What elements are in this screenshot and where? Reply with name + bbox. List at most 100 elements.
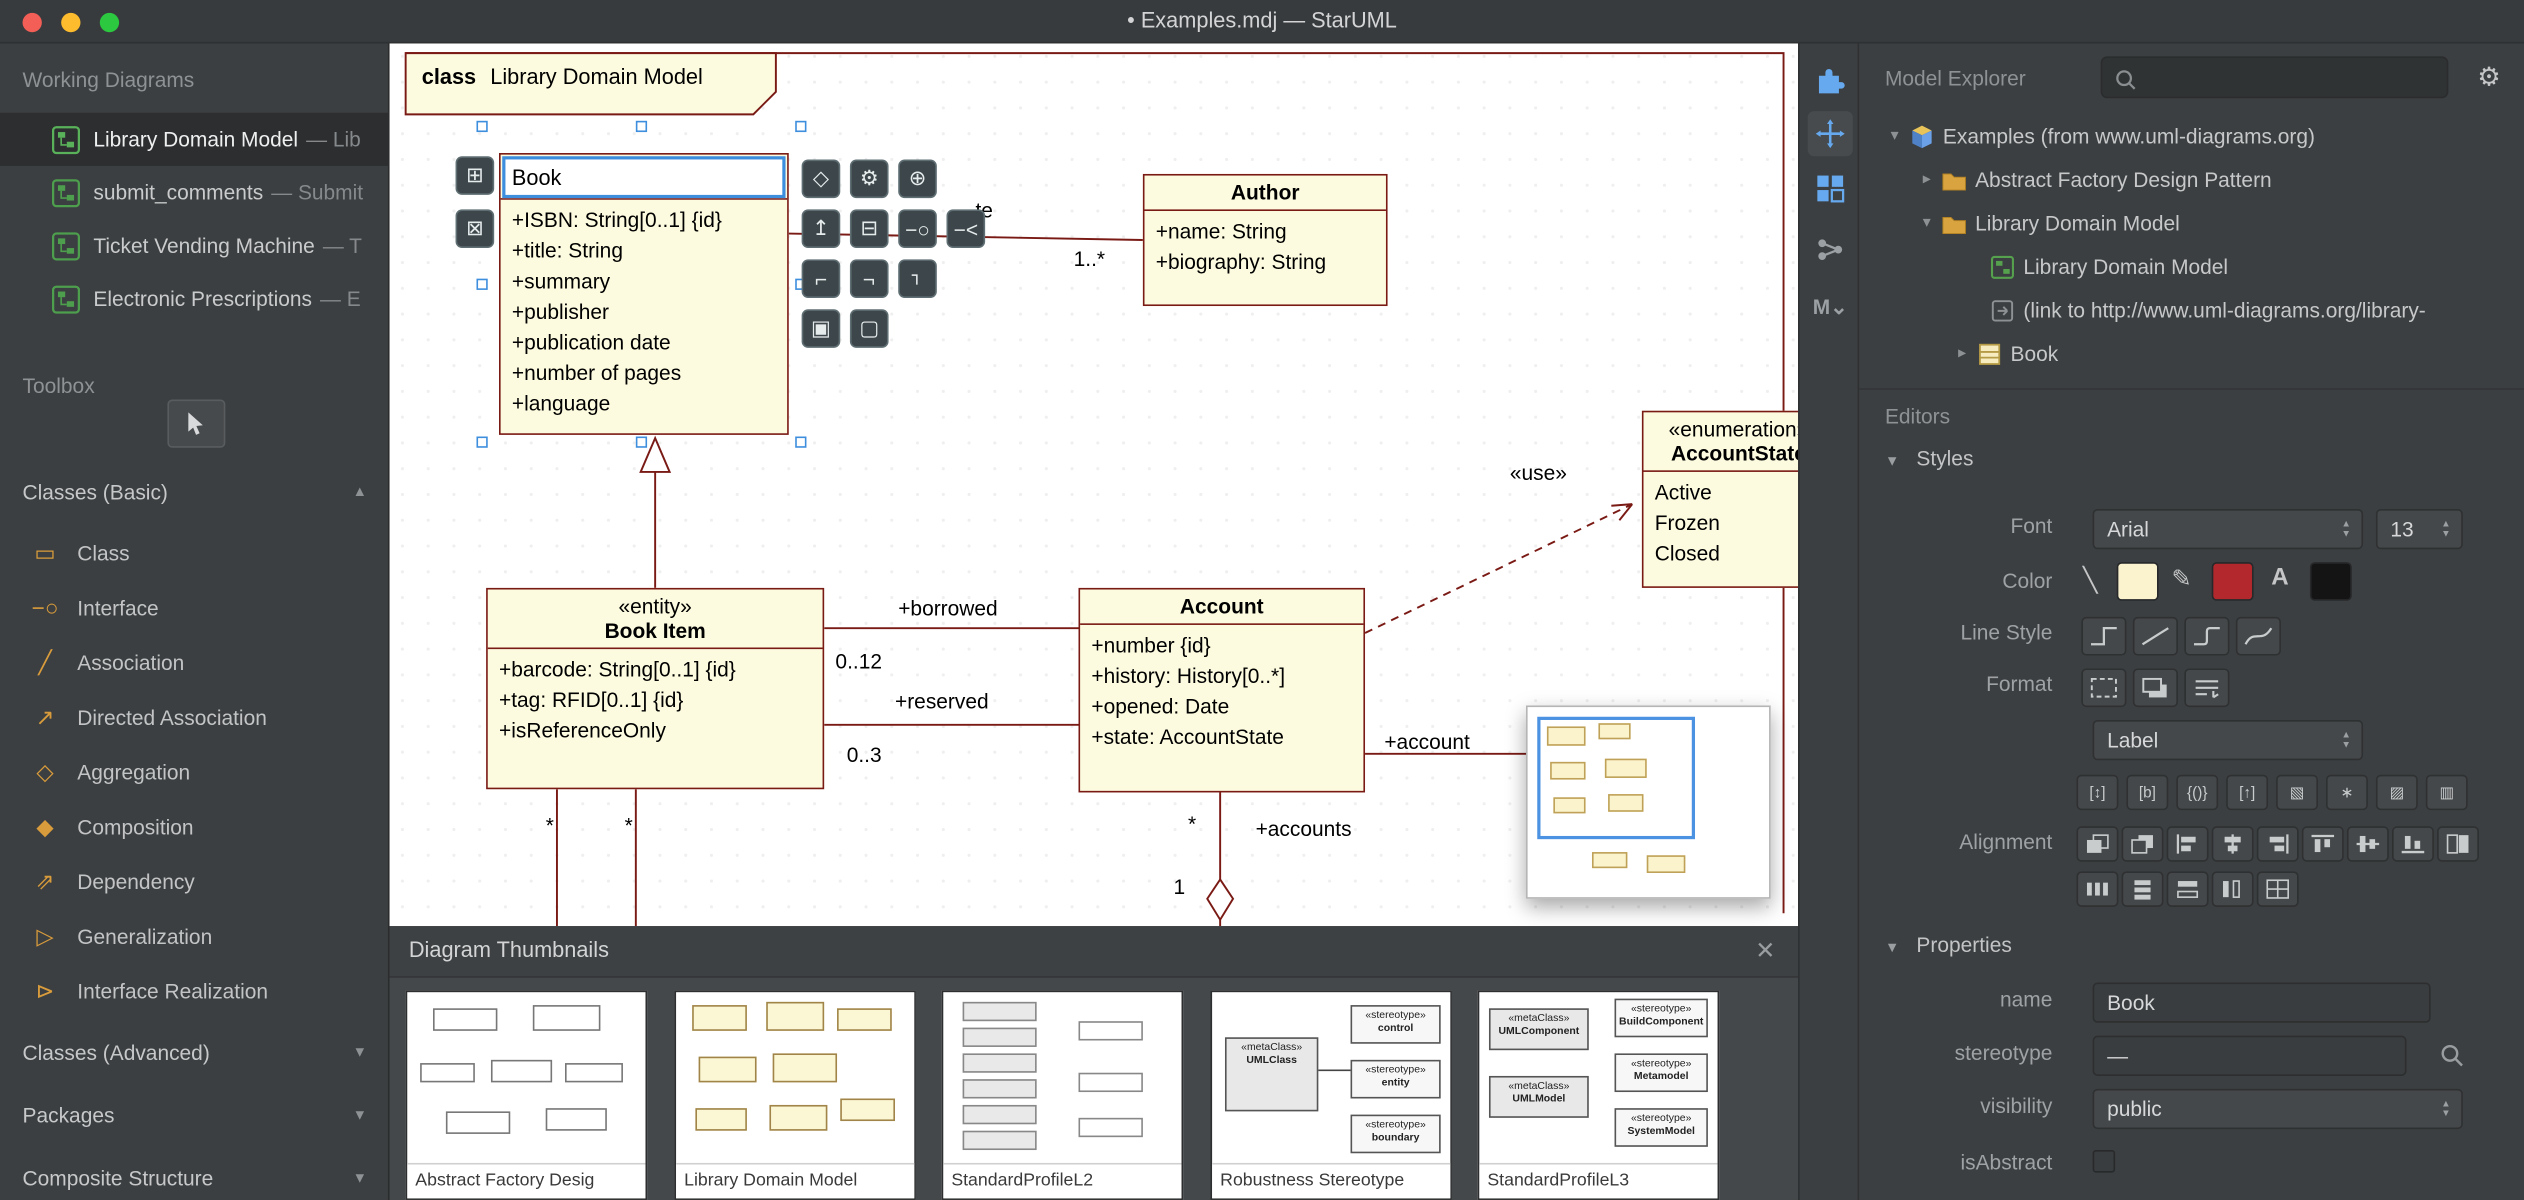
select-tool-button[interactable] (167, 399, 226, 448)
tool-association[interactable]: ╱ Association (0, 635, 388, 690)
same-height-button[interactable] (2211, 871, 2254, 907)
format-toggle-8-button[interactable]: ▥ (2425, 774, 2468, 811)
working-diagram-library-domain-model[interactable]: Library Domain Model — Lib (0, 112, 388, 166)
spinner-icon[interactable]: ▲ ▼ (2435, 514, 2456, 545)
tree-item-hyperlink[interactable]: (link to http://www.uml-diagrams.org/lib… (1859, 288, 2524, 331)
edge-keyword-use[interactable]: «use» (1510, 461, 1567, 485)
attribute[interactable]: +language (512, 388, 776, 419)
markdown-button[interactable]: M⌄ (1808, 285, 1853, 330)
quick-add-port-button[interactable]: ⊞ (455, 156, 495, 195)
line-style-oblique-button[interactable] (2132, 616, 2178, 656)
fill-color-swatch[interactable] (2116, 562, 2159, 601)
selection-handle[interactable] (795, 120, 807, 133)
align-middle-button[interactable] (2346, 826, 2389, 862)
quick-add-button[interactable]: ⊕ (898, 159, 937, 199)
edge-multiplicity[interactable]: 1 (1173, 875, 1185, 899)
thumbnail-standardprofilel3[interactable]: «metaClass» UMLComponent «metaClass» UML… (1477, 990, 1720, 1200)
format-shadow-button[interactable] (2132, 668, 2178, 708)
share-button[interactable] (1808, 227, 1853, 272)
tool-generalization[interactable]: ▷ Generalization (0, 908, 388, 963)
quick-add-operation-button[interactable]: ⊟ (849, 209, 889, 249)
edge-label-account[interactable]: +account (1384, 730, 1470, 754)
quick-connector-3-button[interactable]: ⌐ (898, 259, 937, 298)
model-explorer-search[interactable] (2100, 56, 2449, 99)
edge-multiplicity[interactable]: 1..* (1074, 246, 1105, 270)
frame-label[interactable]: class Library Domain Model (422, 64, 703, 88)
send-to-back-button[interactable] (2121, 826, 2164, 862)
toolbox-section-classes-advanced[interactable]: Classes (Advanced) ▼ (0, 1028, 388, 1076)
format-toggle-5-button[interactable]: ▧ (2276, 774, 2318, 811)
bring-to-front-button[interactable] (2076, 826, 2119, 862)
selection-handle[interactable] (635, 120, 648, 133)
search-input[interactable] (2144, 59, 2434, 96)
format-toggle-7-button[interactable]: ▨ (2375, 774, 2418, 811)
name-property-input[interactable] (2092, 982, 2431, 1023)
enum-literal[interactable]: Closed (1655, 538, 1798, 569)
spinner-icon[interactable]: ▲ ▼ (2435, 1094, 2456, 1125)
close-icon[interactable]: ✕ (1755, 936, 1775, 964)
attribute[interactable]: +state: AccountState (1091, 722, 1352, 753)
tool-composition[interactable]: ◆ Composition (0, 799, 388, 854)
format-toggle-4-button[interactable]: [↑] (2226, 774, 2269, 811)
attribute[interactable]: +publication date (512, 327, 776, 358)
tool-class[interactable]: ▭ Class (0, 525, 388, 580)
quick-connector-2-button[interactable]: ⌐ (849, 259, 889, 298)
uml-enumeration-accountstate[interactable]: «enumeration» AccountState Active Frozen… (1641, 410, 1799, 588)
attribute[interactable]: +history: History[0..*] (1091, 660, 1352, 691)
attribute[interactable]: +title: String (512, 235, 776, 266)
selection-handle[interactable] (795, 436, 807, 448)
quick-add-interface-button[interactable]: −○ (898, 209, 937, 249)
same-size-button[interactable] (2437, 826, 2479, 862)
styles-section-header[interactable]: ▼ Styles (1885, 446, 1973, 470)
attribute[interactable]: +barcode: String[0..1] {id} (499, 654, 811, 685)
uml-class-author[interactable]: Author +name: String +biography: String (1142, 173, 1388, 307)
align-center-button[interactable] (2211, 826, 2254, 862)
distribute-horizontal-button[interactable] (2076, 871, 2119, 907)
tool-directed-association[interactable]: ↗ Directed Association (0, 689, 388, 744)
edge-multiplicity[interactable]: * (625, 813, 633, 837)
edge-multiplicity[interactable]: * (546, 813, 554, 837)
working-diagram-submit-comments[interactable]: submit_comments — Submit (0, 166, 388, 219)
quick-add-part-button[interactable]: ⊠ (455, 209, 495, 249)
pan-mode-button[interactable] (1807, 111, 1853, 157)
align-right-button[interactable] (2256, 826, 2299, 862)
toolbox-section-packages[interactable]: Packages ▼ (0, 1090, 388, 1138)
line-color-swatch[interactable] (2211, 562, 2254, 601)
expand-arrow-icon[interactable]: ▾ (1917, 214, 1936, 232)
enum-literal[interactable]: Frozen (1655, 507, 1798, 538)
selection-handle[interactable] (476, 278, 488, 290)
quick-add-receptacle-button[interactable]: −< (946, 209, 986, 249)
edge-label-accounts[interactable]: +accounts (1256, 817, 1352, 841)
attribute[interactable]: +biography: String (1156, 246, 1375, 277)
quick-frame-button[interactable]: ▢ (849, 309, 889, 348)
toolbox-section-composite-structure[interactable]: Composite Structure ▼ (0, 1153, 388, 1200)
attribute[interactable]: +number {id} (1091, 630, 1352, 661)
format-toggle-3-button[interactable]: {()} (2176, 774, 2219, 811)
stereotype-search-icon[interactable] (2439, 1042, 2465, 1068)
spinner-icon[interactable]: ▲ ▼ (2336, 514, 2357, 545)
snap-grid-button[interactable] (2256, 871, 2299, 907)
distribute-vertical-button[interactable] (2121, 871, 2164, 907)
thumbnail-robustness-stereotypes[interactable]: «metaClass» UMLClass «stereotype» contro… (1210, 990, 1452, 1200)
tree-item-library-domain-model-folder[interactable]: ▾ Library Domain Model (1859, 201, 2524, 244)
class-name-edit-input[interactable] (502, 156, 786, 199)
uml-class-account[interactable]: Account +number {id} +history: History[0… (1078, 587, 1366, 793)
line-style-curve-button[interactable] (2235, 616, 2281, 656)
layout-button[interactable] (1808, 166, 1853, 211)
diagram-canvas[interactable]: class Library Domain Model +ISBN: String… (389, 43, 1799, 927)
edge-label-borrowed[interactable]: +borrowed (898, 596, 997, 620)
properties-section-header[interactable]: ▼ Properties (1885, 933, 2012, 957)
attribute[interactable]: +opened: Date (1091, 691, 1352, 722)
stereotype-property-input[interactable] (2092, 1035, 2407, 1076)
attribute[interactable]: +number of pages (512, 358, 776, 389)
format-toggle-2-button[interactable]: [b] (2126, 774, 2169, 811)
tool-aggregation[interactable]: ◇ Aggregation (0, 744, 388, 799)
spinner-icon[interactable]: ▲ ▼ (2336, 725, 2357, 756)
thumbnail-standardprofilel2[interactable]: StandardProfileL2 (941, 990, 1184, 1200)
gear-icon[interactable]: ⚙ (2477, 61, 2500, 93)
format-target-select[interactable]: Label ▲ ▼ (2092, 719, 2364, 761)
attribute[interactable]: +name: String (1156, 216, 1375, 247)
format-dashed-button[interactable] (2081, 668, 2127, 708)
edge-multiplicity[interactable]: * (1188, 812, 1196, 836)
font-size-stepper[interactable]: 13 ▲ ▼ (2375, 508, 2463, 550)
